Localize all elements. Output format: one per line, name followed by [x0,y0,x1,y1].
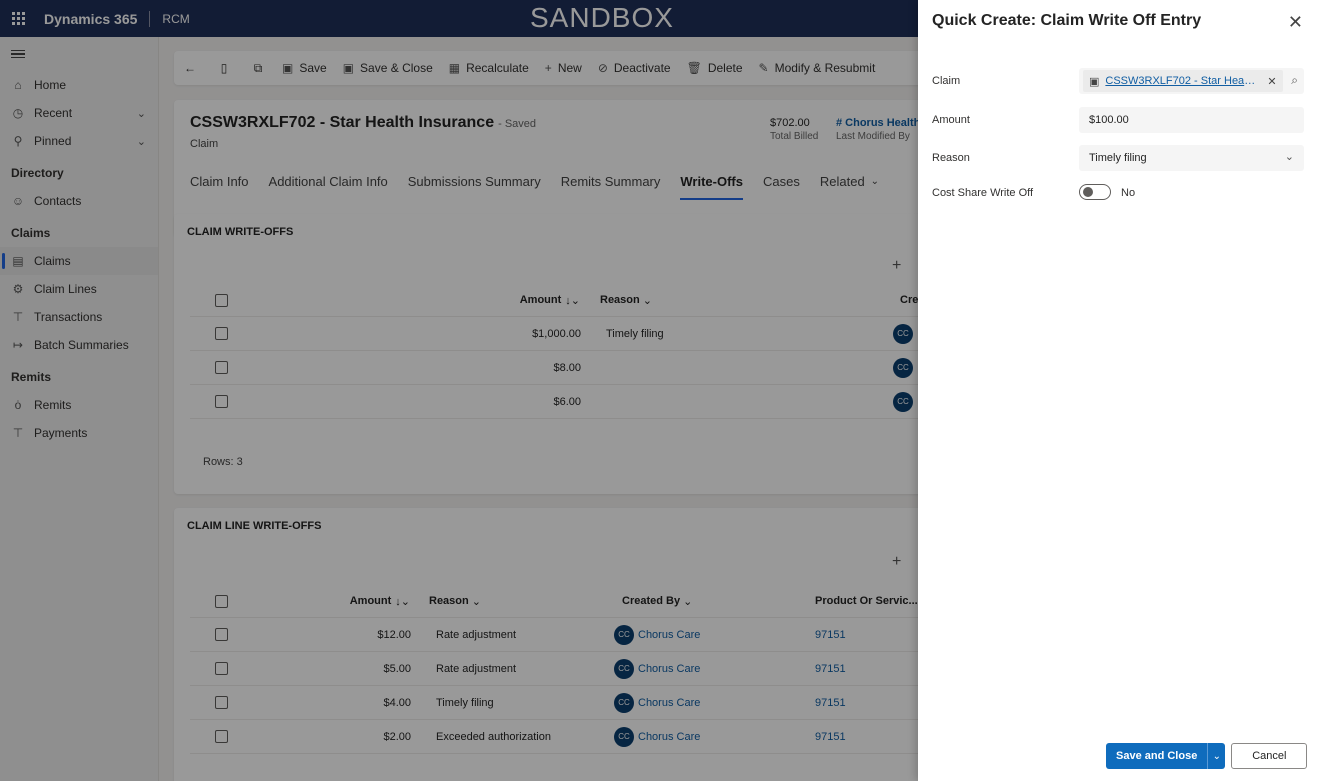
cost-share-label: Cost Share Write Off [932,187,1034,199]
claim-lookup-tag[interactable]: ▣ CSSW3RXLF702 - Star Health... ✕ [1083,70,1283,92]
reason-dropdown[interactable]: Timely filing ⌄ [1079,145,1304,171]
cost-share-toggle-value: No [1121,187,1136,199]
save-and-close-button[interactable]: Save and Close [1106,743,1208,769]
amount-field[interactable]: $100.00 [1079,107,1304,133]
cost-share-field-row: Cost Share Write Off No [932,180,1304,206]
amount-label: Amount [932,114,970,126]
cost-share-toggle[interactable] [1079,184,1111,200]
reason-field-row: Reason Timely filing ⌄ [932,145,1304,171]
amount-field-row: Amount $100.00 [932,107,1304,133]
close-icon[interactable]: ✕ [1288,12,1303,33]
remove-lookup-icon[interactable]: ✕ [1267,75,1276,88]
claim-lookup-field[interactable]: ▣ CSSW3RXLF702 - Star Health... ✕ ⌕ [1079,68,1304,94]
search-icon[interactable]: ⌕ [1291,73,1298,88]
claim-lookup-link[interactable]: CSSW3RXLF702 - Star Health... [1105,75,1257,87]
cancel-button[interactable]: Cancel [1231,743,1308,769]
modal-overlay[interactable] [0,0,918,781]
reason-selected-value: Timely filing [1089,152,1147,164]
quick-create-title: Quick Create: Claim Write Off Entry [932,12,1202,29]
quick-create-panel: Quick Create: Claim Write Off Entry ✕ Cl… [918,0,1319,781]
quick-create-footer: Save and Close ⌄ Cancel [1106,743,1308,769]
claim-field-row: Claim ▣ CSSW3RXLF702 - Star Health... ✕ … [932,68,1304,94]
claim-label: Claim [932,75,961,87]
chevron-down-icon: ⌄ [1284,151,1294,163]
claim-record-icon: ▣ [1089,75,1100,88]
toggle-knob [1083,187,1093,197]
reason-label: Reason [932,152,970,164]
save-options-chevron-icon[interactable]: ⌄ [1207,743,1226,769]
